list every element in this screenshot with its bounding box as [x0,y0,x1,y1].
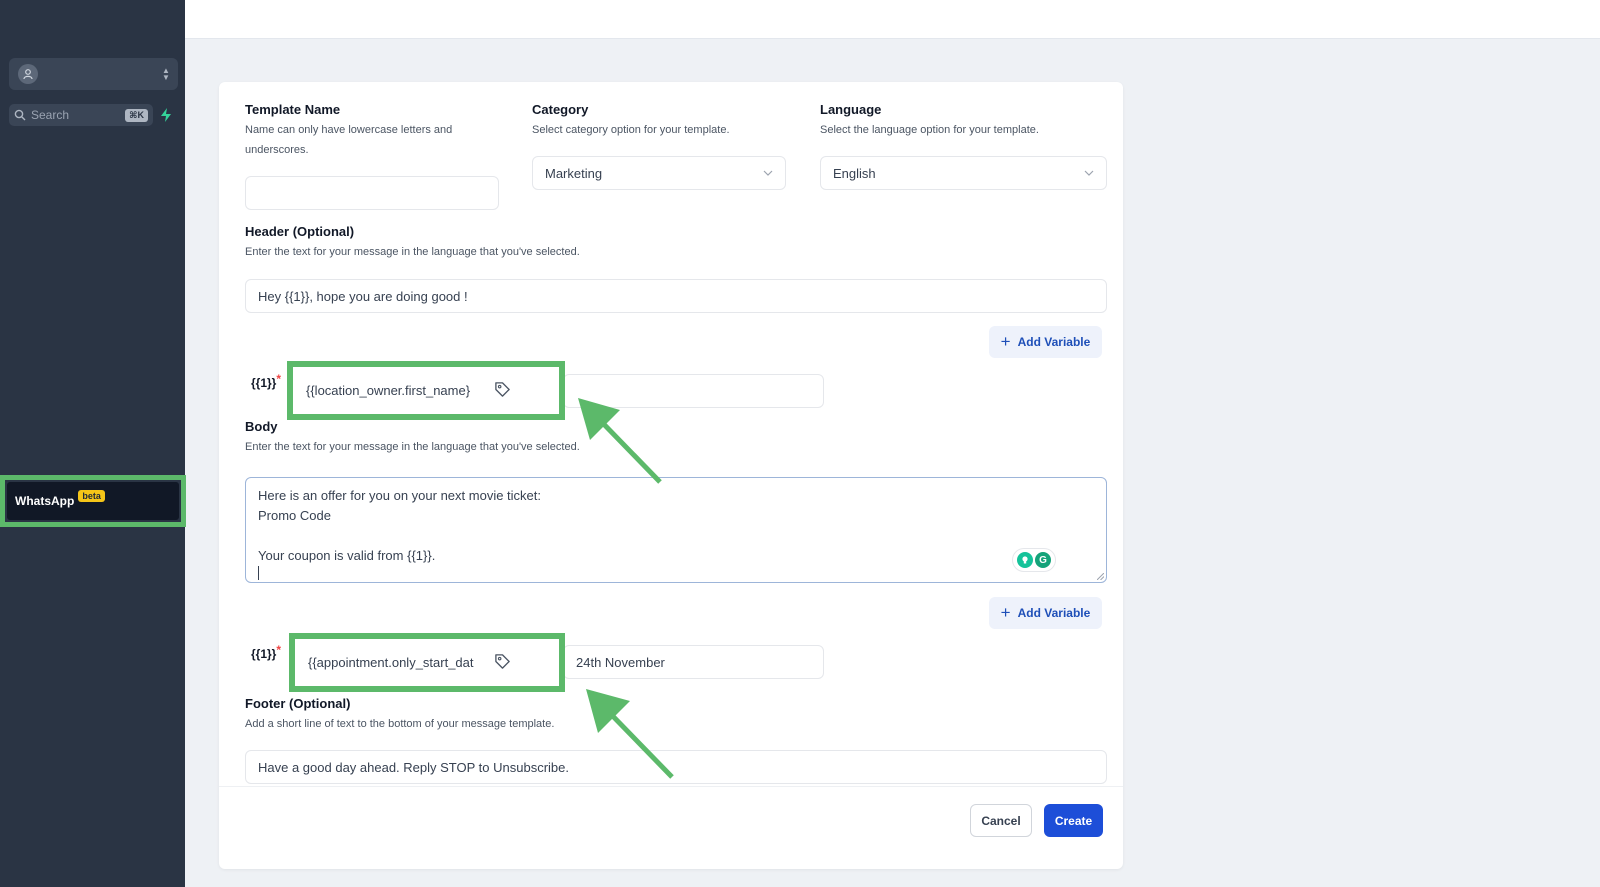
body-variable-value: {{appointment.only_start_dat [308,655,474,670]
variable-placeholder: {{1}} [251,376,277,390]
grammarly-icon: G [1035,552,1051,568]
category-value: Marketing [545,165,603,181]
language-hint: Select the language option for your temp… [820,124,1039,136]
header-variable-highlight: {{location_owner.first_name} [287,361,565,420]
template-name-input[interactable] [245,176,499,210]
chevron-down-icon [1084,170,1094,176]
footer-hint: Add a short line of text to the bottom o… [245,718,555,730]
search-shortcut: ⌘K [125,108,148,122]
header-add-variable-button[interactable]: + Add Variable [989,326,1102,358]
body-add-variable-button[interactable]: + Add Variable [989,597,1102,629]
tag-icon[interactable] [494,653,511,670]
resize-handle-icon[interactable] [1097,573,1104,580]
footer-input[interactable]: Have a good day ahead. Reply STOP to Uns… [245,750,1107,784]
create-button[interactable]: Create [1044,804,1103,837]
body-line: Your coupon is valid from {{1}}. [258,548,436,563]
template-name-label: Template Name [245,102,341,117]
header-variable-field[interactable]: {{location_owner.first_name} [296,370,556,411]
language-label: Language [820,102,882,117]
variable-placeholder: {{1}} [251,647,277,661]
divider [219,786,1123,787]
add-variable-label: Add Variable [1017,606,1091,620]
header-variable-label: {{1}}* [251,372,281,390]
top-bar [185,0,1600,39]
body-label: Body [245,419,278,434]
body-variable-sample-input[interactable]: 24th November [563,645,824,679]
tag-icon[interactable] [494,381,511,398]
required-marker: * [276,643,282,657]
required-marker: * [276,372,282,386]
header-hint: Enter the text for your message in the l… [245,246,580,258]
plus-icon: + [1000,332,1011,351]
template-name-hint: Name can only have lowercase letters and… [245,124,453,156]
body-line: Promo Code [258,508,331,523]
grammarly-widget[interactable]: G [1012,548,1056,572]
category-label: Category [532,102,589,117]
header-variable-value: {{location_owner.first_name} [306,383,471,398]
header-input[interactable]: Hey {{1}}, hope you are doing good ! [245,279,1107,313]
text-cursor [258,566,259,580]
category-select[interactable]: Marketing [532,156,786,190]
body-hint: Enter the text for your message in the l… [245,441,580,453]
template-form-card: Template Name Name can only have lowerca… [219,82,1123,869]
category-hint: Select category option for your template… [532,124,730,136]
header-label: Header (Optional) [245,224,355,239]
account-switcher[interactable]: ▲ ▼ [9,58,178,90]
plus-icon: + [1000,603,1011,622]
user-icon [18,64,38,84]
sidebar-item-whatsapp[interactable]: WhatsApp beta [7,482,179,520]
bolt-icon[interactable] [159,107,173,123]
sidebar: ▲ ▼ Search ⌘K WhatsApp beta [0,0,186,887]
chevron-down-icon [763,170,773,176]
search-icon [14,109,26,121]
add-variable-label: Add Variable [1017,335,1091,349]
footer-label: Footer (Optional) [245,696,351,711]
search-placeholder: Search [31,108,70,122]
body-line: Here is an offer for you on your next mo… [258,488,542,503]
language-select[interactable]: English [820,156,1107,190]
body-variable-field[interactable]: {{appointment.only_start_dat [298,642,556,683]
body-variable-highlight: {{appointment.only_start_dat [289,633,565,692]
body-textarea[interactable]: Here is an offer for you on your next mo… [245,477,1107,583]
header-variable-sample-input[interactable] [563,374,824,408]
beta-badge: beta [78,490,105,502]
search-input[interactable]: Search ⌘K [9,104,153,126]
chevron-updown-icon: ▲ ▼ [162,66,170,82]
cancel-button[interactable]: Cancel [970,804,1032,837]
language-value: English [833,165,876,181]
sidebar-item-label: WhatsApp [15,494,75,508]
lightbulb-icon [1017,552,1033,568]
body-variable-label: {{1}}* [251,643,281,661]
